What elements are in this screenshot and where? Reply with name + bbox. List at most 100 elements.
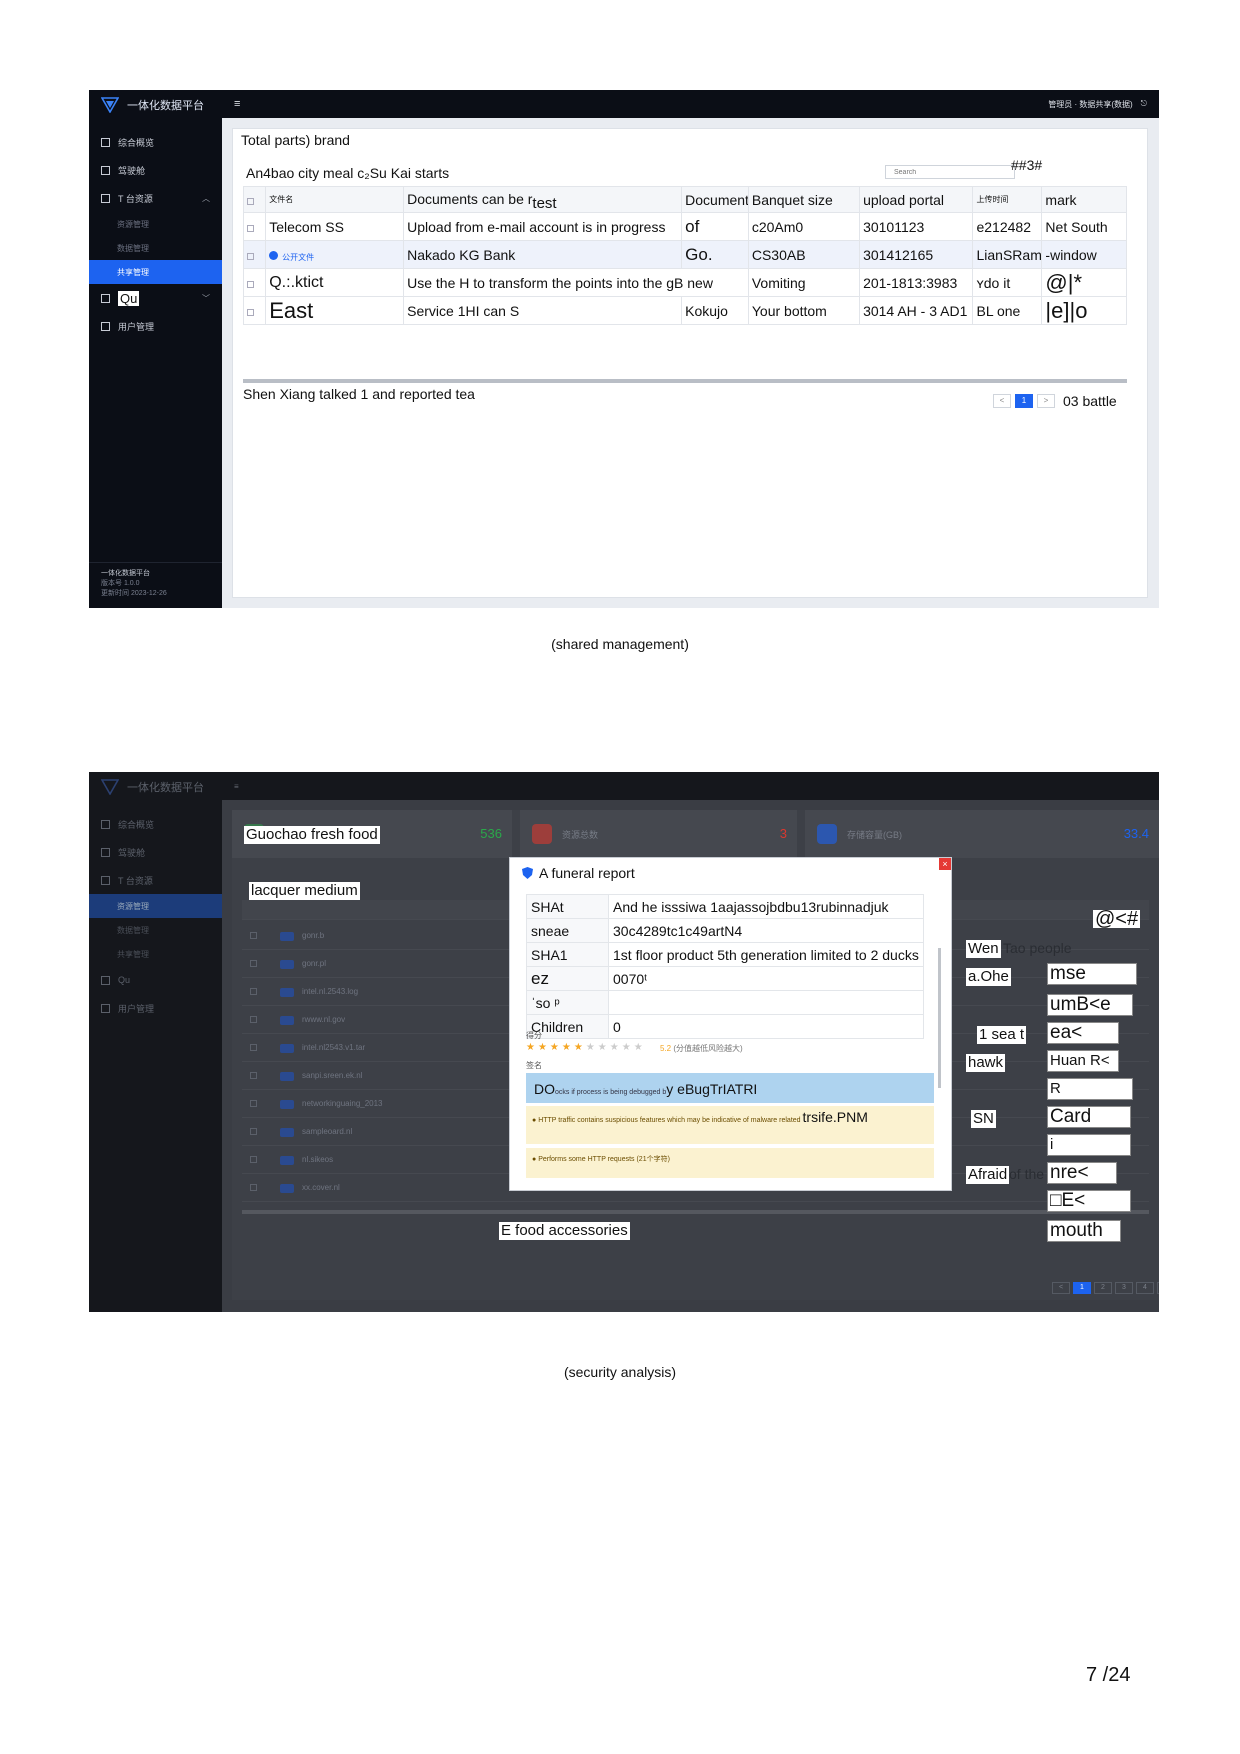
col-header[interactable]: Banquet size — [747, 186, 861, 213]
table-row: ez 0070ᵗ — [526, 966, 924, 991]
right-mark: @<# — [1093, 908, 1141, 930]
col-header[interactable]: mark — [1041, 186, 1127, 213]
sidebar-sub-resource[interactable]: 资源管理 — [89, 212, 222, 236]
row-file: sampleoard.nl — [302, 1127, 353, 1136]
user-info[interactable]: 管理员 · 数据共享(数据) — [1048, 99, 1132, 110]
select-all-checkbox[interactable] — [242, 186, 267, 213]
col-header[interactable]: upload portal — [859, 186, 974, 213]
signature-row-selected[interactable]: DOocks if process is being debugged by e… — [526, 1073, 934, 1103]
signature-detail: ocks if process is being debugged b — [555, 1089, 667, 1096]
cell: |e]|o — [1041, 296, 1127, 325]
page-button[interactable]: 1 — [1073, 1282, 1091, 1294]
page-button[interactable]: 3 — [1115, 1282, 1133, 1294]
score-note-text: (分值越低风险越大) — [673, 1044, 743, 1053]
hash-table: SHAt And he isssiwa 1aajassojbdbu13rubinn… — [526, 894, 924, 1039]
cell: LianSRam — [972, 240, 1043, 269]
sidebar-item-resources[interactable]: T 台资源 ︿ — [89, 184, 222, 212]
sidebar-item-cockpit[interactable]: 驾驶舱 — [89, 156, 222, 184]
row-checkbox[interactable] — [242, 240, 267, 269]
page-button[interactable]: 4 — [1136, 1282, 1154, 1294]
sidebar-item-overview[interactable]: 综合概览 — [89, 128, 222, 156]
table-row[interactable]: East Service 1HI can S Kokujo Your botto… — [242, 296, 1127, 325]
sidebar-item-resources[interactable]: T 台资源 — [89, 866, 222, 894]
sidebar-brand[interactable]: 一体化数据平台 — [89, 90, 222, 120]
dialog-scrollbar[interactable] — [938, 948, 941, 1088]
screenshot-shared-management: 一体化数据平台 综合概览 驾驶舱 T 台资源 ︿ 资源管理 数据管理 共享管理 Q… — [89, 90, 1159, 608]
dashboard-icon — [101, 137, 110, 147]
row-checkbox[interactable] — [242, 212, 267, 241]
sidebar-item-label: Qu — [118, 975, 131, 985]
sidebar-item-label: T 台资源 — [118, 875, 153, 886]
stat-icon — [532, 824, 552, 844]
table-row: Children 0 — [526, 1014, 924, 1039]
row-checkbox[interactable] — [242, 268, 267, 297]
row-checkbox[interactable] — [242, 296, 267, 325]
cell: of — [681, 212, 749, 241]
page-button[interactable]: 2 — [1094, 1282, 1112, 1294]
col-header[interactable]: Documents can be rtest — [403, 186, 683, 213]
row-file: intel.nl.2543.log — [302, 987, 359, 996]
stat-value: 33.4 — [1123, 826, 1149, 841]
row-file: networkinguaing_2013 — [302, 1099, 383, 1108]
figure-caption: (security analysis) — [563, 1364, 677, 1380]
signature-row-warning[interactable]: ● Performs some HTTP requests (21个字符) — [526, 1148, 934, 1178]
pagination: < 1 > 03 battle — [993, 393, 1117, 409]
sidebar-sub-data[interactable]: 数据管理 — [89, 918, 222, 942]
table-row[interactable]: Q.:.ktict Use the H to transform the poi… — [242, 268, 1127, 297]
field-value: 1st floor product 5th generation limited… — [608, 942, 924, 967]
logout-icon[interactable]: ⎋ — [1141, 99, 1147, 109]
sidebar-sub-resource[interactable]: 资源管理 — [89, 894, 222, 918]
brand-name: 一体化数据平台 — [127, 782, 204, 794]
topbar: ≡ 管理员 · 数据共享(数据) ⎋ — [222, 90, 1159, 118]
field-value: 0070ᵗ — [608, 966, 924, 991]
table-row[interactable]: 公开文件 Nakado KG Bank Go. CS30AB 301412165… — [242, 240, 1127, 269]
stat-icon — [817, 824, 837, 844]
horizontal-scrollbar[interactable] — [243, 379, 1127, 383]
cell: Telecom SS — [265, 212, 405, 241]
menu-icon[interactable]: ≡ — [234, 782, 239, 791]
warning-icon: ● — [532, 1156, 537, 1163]
stat-label: 资源总数 — [562, 830, 599, 840]
field-value: 30c4289tc1c49artN4 — [608, 918, 924, 943]
sidebar-item-overview[interactable]: 综合概览 — [89, 810, 222, 838]
col-tail: of the — [1009, 1166, 1045, 1182]
menu-icon[interactable]: ≡ — [234, 98, 240, 110]
signature-row-warning[interactable]: ● HTTP traffic contains suspicious featu… — [526, 1106, 934, 1144]
col-header[interactable]: Document — [681, 186, 749, 213]
col-header[interactable]: 文件名 — [265, 186, 405, 213]
sidebar-item-qu[interactable]: Qu ﹀ — [89, 284, 222, 312]
table-row[interactable]: Telecom SS Upload from e-mail account is… — [242, 212, 1127, 241]
search-input[interactable] — [885, 165, 1015, 179]
row-file: sanpi.sreen.ek.nl — [302, 1071, 363, 1080]
right-value-box: mouth — [1047, 1220, 1121, 1242]
star-icon: ★★★★★ — [585, 1042, 646, 1053]
sidebar-sub-share[interactable]: 共享管理 — [89, 260, 222, 284]
next-page-button[interactable]: > — [1037, 394, 1055, 408]
footer-line: 一体化数据平台 — [101, 570, 150, 577]
sidebar: 一体化数据平台 综合概览 驾驶舱 T 台资源 ︿ 资源管理 数据管理 共享管理 Q… — [89, 90, 222, 608]
sidebar-brand[interactable]: 一体化数据平台 — [89, 772, 222, 802]
prev-page-button[interactable]: < — [1052, 1282, 1070, 1294]
right-value-box: nre< — [1047, 1162, 1117, 1184]
sidebar-item-analysis[interactable]: Qu — [89, 966, 222, 994]
horizontal-scrollbar[interactable] — [242, 1210, 1149, 1214]
col-header[interactable]: 上传时间 — [972, 186, 1043, 213]
score-value: 5.2 — [660, 1044, 672, 1053]
sidebar-item-users[interactable]: 用户管理 — [89, 994, 222, 1022]
star-icon: ★★★★★ — [526, 1042, 586, 1053]
field-value — [608, 990, 924, 1015]
cell: e212482 — [972, 212, 1043, 241]
page-button[interactable]: 1 — [1015, 394, 1033, 408]
close-icon[interactable]: × — [939, 858, 951, 870]
sidebar-sub-share[interactable]: 共享管理 — [89, 942, 222, 966]
cell: -window — [1041, 240, 1127, 269]
sidebar-item-users[interactable]: 用户管理 — [89, 312, 222, 340]
warning-tail: trsife.PNM — [802, 1109, 868, 1125]
prev-page-button[interactable]: < — [993, 394, 1011, 408]
cell: CS30AB — [747, 240, 861, 269]
field-key: SHAt — [526, 894, 609, 919]
sidebar-item-cockpit[interactable]: 驾驶舱 — [89, 838, 222, 866]
col-header-text: Documents can be r — [407, 191, 533, 207]
cell: Net South — [1041, 212, 1127, 241]
sidebar-sub-data[interactable]: 数据管理 — [89, 236, 222, 260]
